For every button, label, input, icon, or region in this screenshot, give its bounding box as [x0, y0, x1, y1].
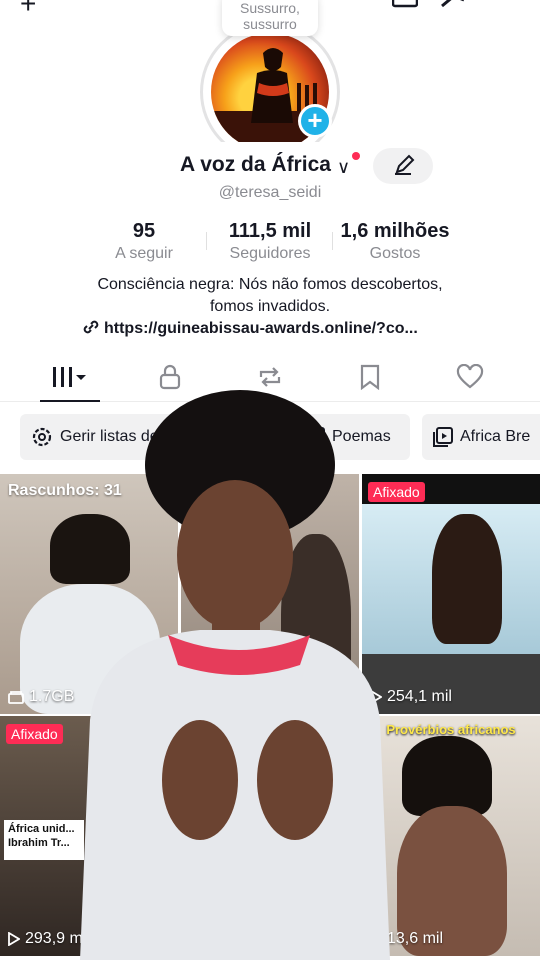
drafts-tile[interactable]: Rascunhos: 31 1.7GB — [0, 474, 178, 714]
stat-divider — [206, 232, 207, 250]
playlist-chip-label: Africa Bre — [460, 428, 531, 445]
view-count-text: 13,6 mil — [387, 930, 444, 947]
video-tile-pinned[interactable]: Afixado 254,1 mil — [362, 474, 540, 714]
playlist-icon — [433, 427, 453, 447]
stat-followers[interactable]: 111,5 mil Seguidores — [220, 220, 320, 263]
view-count-text: 293,9 mil — [25, 930, 90, 947]
tab-videos[interactable] — [30, 352, 110, 402]
thumbnail-person — [281, 534, 351, 714]
stat-followers-label: Seguidores — [229, 245, 311, 262]
repost-icon — [259, 367, 281, 387]
view-count: 293,9 mil — [8, 930, 90, 948]
pinned-badge: Afixado — [368, 482, 425, 502]
drafts-size-text: 1.7GB — [29, 688, 75, 705]
bio-link[interactable]: https://guineabissau-awards.online/?co..… — [82, 320, 418, 338]
tab-private[interactable] — [130, 352, 210, 402]
bubble-line-1: Sussurro, — [240, 0, 300, 16]
menu-icon[interactable] — [494, 0, 520, 8]
link-icon — [83, 320, 99, 334]
pinned-badge: Afixado — [6, 724, 63, 744]
tab-liked[interactable] — [430, 352, 510, 402]
playlist-icon — [305, 427, 325, 447]
playlist-chip-africa[interactable]: Africa Bre — [422, 414, 540, 460]
storage-icon — [8, 691, 24, 704]
bio: Consciência negra: Nós não fomos descobe… — [0, 274, 540, 318]
video-tile[interactable] — [181, 474, 359, 714]
bio-link-text: https://guineabissau-awards.online/?co..… — [104, 320, 418, 337]
grid-icon — [53, 367, 86, 387]
play-icon — [8, 932, 20, 946]
stat-following-value: 95 — [132, 220, 156, 242]
playlist-chip-label: Poemas — [332, 428, 391, 445]
drafts-count: Rascunhos: 31 — [8, 482, 122, 499]
stat-followers-value: 111,5 mil — [228, 220, 312, 242]
video-tile-pinned[interactable]: África unid... Ibrahim Tr... Afixado 293… — [0, 716, 178, 956]
add-friend-icon[interactable]: + — [20, 0, 36, 20]
stat-likes[interactable]: 1,6 milhões Gostos — [334, 220, 456, 263]
bio-line-2: fomos invadidos. — [209, 298, 331, 315]
stat-likes-value: 1,6 milhões — [340, 220, 450, 242]
stat-following-label: A seguir — [115, 245, 173, 262]
name-row: A voz da África ∨ — [0, 148, 540, 186]
video-grid: Rascunhos: 31 1.7GB Afixado 254,1 mil Áf… — [0, 474, 540, 960]
playlist-chip-poemas[interactable]: Poemas — [294, 414, 410, 460]
bio-line-1: Consciência negra: Nós não fomos descobe… — [97, 276, 443, 293]
profile-handle: @teresa_seidi — [218, 184, 322, 201]
edit-profile-button[interactable] — [373, 148, 433, 184]
lock-icon — [159, 364, 181, 390]
drafts-size: 1.7GB — [8, 688, 74, 706]
bookmark-icon — [360, 364, 380, 390]
manage-playlists-label: Gerir listas de reprodução — [60, 428, 245, 445]
avatar-container[interactable]: + — [200, 22, 340, 142]
play-icon — [370, 690, 382, 704]
play-icon — [370, 932, 382, 946]
content-tabs — [0, 352, 540, 402]
stat-divider — [332, 232, 333, 250]
bubble-line-2: sussurro — [243, 16, 297, 32]
view-count: 13,6 mil — [370, 930, 443, 948]
stat-following[interactable]: 95 A seguir — [104, 220, 184, 263]
profile-name: A voz da África — [180, 153, 331, 176]
tv-icon[interactable] — [392, 0, 418, 8]
view-count-text: 254,1 mil — [387, 688, 452, 705]
pencil-icon — [395, 154, 415, 175]
thumbnail-person — [432, 514, 502, 644]
video-tile[interactable] — [181, 716, 359, 956]
avatar-ring — [200, 22, 340, 142]
stat-likes-label: Gostos — [369, 245, 421, 262]
view-count: 254,1 mil — [370, 688, 452, 706]
stats-row: 95 A seguir 111,5 mil Seguidores 1,6 mil… — [0, 220, 540, 264]
tab-reposts[interactable] — [230, 352, 310, 402]
tab-saved[interactable] — [330, 352, 410, 402]
add-avatar-button[interactable]: + — [298, 104, 332, 138]
video-caption: Provérbios africanos — [386, 722, 516, 737]
video-tile[interactable]: Provérbios africanos 13,6 mil — [362, 716, 540, 956]
heart-icon — [456, 364, 484, 389]
thumbnail-person — [402, 736, 492, 816]
gear-icon — [32, 427, 52, 447]
status-bubble[interactable]: Sussurro, sussurro — [222, 0, 318, 36]
manage-playlists-chip[interactable]: Gerir listas de reprodução — [20, 414, 280, 460]
playlist-chips: Gerir listas de reprodução Poemas Africa… — [0, 414, 540, 460]
thumbnail-title: África unid... Ibrahim Tr... — [4, 820, 84, 860]
notification-dot — [352, 152, 360, 160]
chevron-down-icon[interactable]: ∨ — [337, 157, 350, 178]
share-icon[interactable] — [440, 0, 466, 8]
thumbnail-person — [50, 514, 130, 584]
